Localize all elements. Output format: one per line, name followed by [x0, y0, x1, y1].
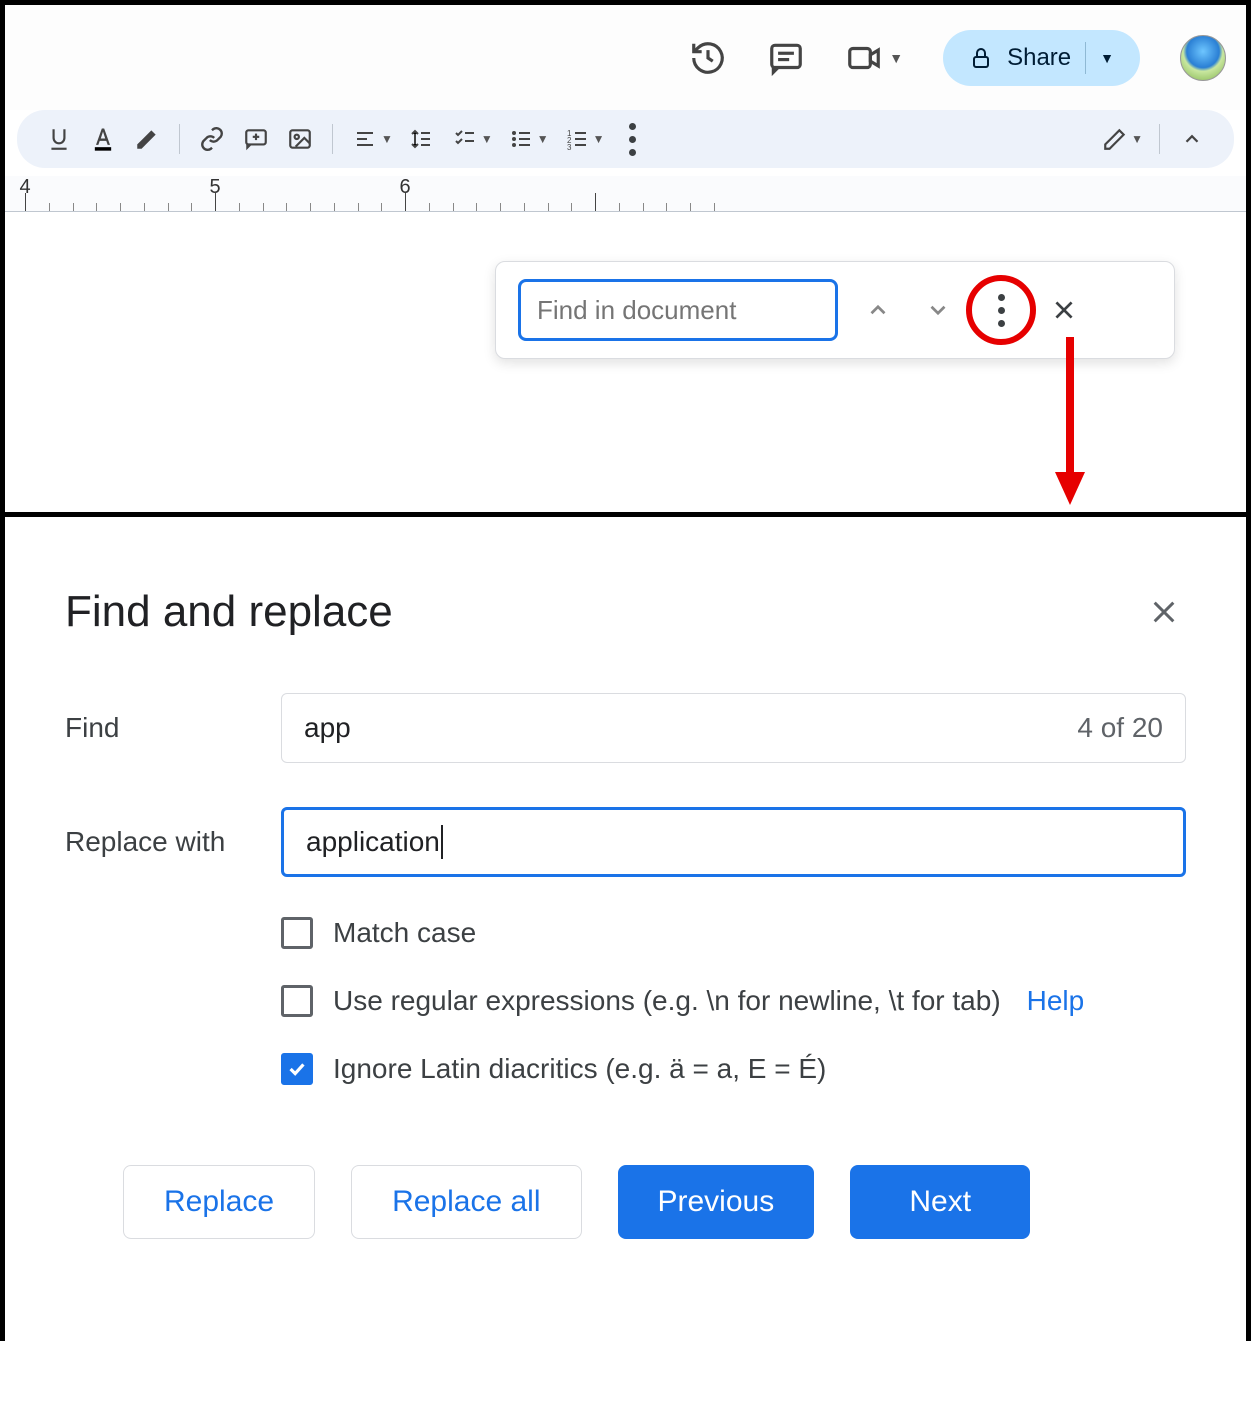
app-header: ▼ Share ▼ — [5, 5, 1246, 110]
ruler-tick — [500, 203, 501, 211]
next-button[interactable]: Next — [850, 1165, 1030, 1239]
ruler-tick — [358, 203, 359, 211]
find-replace-dialog: Find and replace Find app 4 of 20 Replac… — [65, 587, 1186, 1239]
chevron-down-icon[interactable]: ▼ — [481, 132, 493, 146]
chevron-down-icon[interactable]: ▼ — [381, 132, 393, 146]
ruler-tick — [191, 203, 192, 211]
ruler-tick — [239, 203, 240, 211]
text-caret — [441, 825, 443, 859]
more-format-button[interactable] — [611, 117, 655, 161]
toolbar-separator — [179, 124, 180, 154]
checkbox-checked-icon — [281, 1053, 313, 1085]
match-case-label: Match case — [333, 917, 476, 949]
regex-help-link[interactable]: Help — [1027, 985, 1085, 1017]
ruler-tick — [263, 203, 264, 211]
ruler-tick — [310, 203, 311, 211]
add-comment-button[interactable] — [234, 117, 278, 161]
ruler-tick — [714, 203, 715, 211]
annotation-arrow — [1055, 337, 1085, 507]
line-spacing-button[interactable] — [399, 117, 443, 161]
video-icon — [845, 39, 883, 77]
ruler-tick — [619, 203, 620, 211]
replace-button[interactable]: Replace — [123, 1165, 315, 1239]
find-prev-button[interactable] — [858, 290, 898, 330]
ruler-tick — [334, 203, 335, 211]
ruler-tick — [25, 193, 26, 211]
ruler-tick — [120, 203, 121, 211]
previous-button[interactable]: Previous — [618, 1165, 815, 1239]
diacritics-label: Ignore Latin diacritics (e.g. ä = a, E =… — [333, 1053, 826, 1085]
dialog-title: Find and replace — [65, 587, 393, 637]
match-case-option[interactable]: Match case — [281, 917, 1186, 949]
replace-all-button[interactable]: Replace all — [351, 1165, 581, 1239]
ruler-tick — [643, 203, 644, 211]
ruler-tick — [429, 203, 430, 211]
ruler-tick — [215, 193, 216, 211]
find-next-button[interactable] — [918, 290, 958, 330]
replace-label: Replace with — [65, 826, 281, 858]
dialog-close-button[interactable] — [1142, 590, 1186, 634]
chevron-down-icon: ▼ — [889, 50, 903, 66]
find-value: app — [304, 712, 1077, 744]
ruler-tick — [571, 203, 572, 211]
chevron-down-icon[interactable]: ▼ — [537, 132, 549, 146]
editor-window-top: ▼ Share ▼ ▼ — [5, 5, 1246, 517]
collapse-toolbar-button[interactable] — [1170, 117, 1214, 161]
insert-image-button[interactable] — [278, 117, 322, 161]
ruler-tick — [144, 203, 145, 211]
dialog-buttons: Replace Replace all Previous Next — [123, 1165, 1186, 1239]
regex-option[interactable]: Use regular expressions (e.g. \n for new… — [281, 985, 1186, 1017]
ruler-tick — [524, 203, 525, 211]
text-color-button[interactable] — [81, 117, 125, 161]
ruler-tick — [49, 203, 50, 211]
replace-value: application — [306, 826, 440, 858]
insert-link-button[interactable] — [190, 117, 234, 161]
ruler-tick — [595, 193, 596, 211]
find-close-button[interactable] — [1044, 290, 1084, 330]
comment-icon[interactable] — [767, 39, 805, 77]
find-input[interactable] — [518, 279, 838, 341]
diacritics-option[interactable]: Ignore Latin diacritics (e.g. ä = a, E =… — [281, 1053, 1186, 1085]
share-label: Share — [1007, 44, 1071, 72]
underline-button[interactable] — [37, 117, 81, 161]
ruler-tick — [405, 193, 406, 211]
ruler-tick — [666, 203, 667, 211]
ruler-tick — [690, 203, 691, 211]
share-separator — [1085, 42, 1086, 74]
checkbox-icon — [281, 917, 313, 949]
chevron-down-icon[interactable]: ▼ — [593, 132, 605, 146]
chevron-down-icon[interactable]: ▼ — [1100, 50, 1114, 66]
toolbar-separator — [332, 124, 333, 154]
svg-text:3: 3 — [567, 143, 572, 151]
regex-label: Use regular expressions (e.g. \n for new… — [333, 985, 1001, 1017]
options-group: Match case Use regular expressions (e.g.… — [281, 917, 1186, 1085]
ruler-tick — [381, 203, 382, 211]
ruler-tick — [453, 203, 454, 211]
meet-button[interactable]: ▼ — [845, 39, 903, 77]
ruler: 4 5 6 — [5, 176, 1246, 212]
ruler-tick — [286, 203, 287, 211]
checkbox-icon — [281, 985, 313, 1017]
share-button[interactable]: Share ▼ — [943, 30, 1140, 86]
vertical-dots-icon — [998, 294, 1005, 327]
ruler-tick — [73, 203, 74, 211]
avatar[interactable] — [1180, 35, 1226, 81]
lock-icon — [969, 46, 993, 70]
ruler-tick — [168, 203, 169, 211]
replace-field[interactable]: application — [281, 807, 1186, 877]
ruler-tick — [476, 203, 477, 211]
history-icon[interactable] — [689, 39, 727, 77]
chevron-down-icon[interactable]: ▼ — [1131, 132, 1143, 146]
find-counter: 4 of 20 — [1077, 712, 1163, 744]
ruler-tick — [96, 203, 97, 211]
find-more-options-button[interactable] — [978, 287, 1024, 333]
ruler-tick — [548, 203, 549, 211]
toolbar-separator — [1159, 124, 1160, 154]
find-replace-dialog-panel: Find and replace Find app 4 of 20 Replac… — [5, 587, 1246, 1401]
highlight-button[interactable] — [125, 117, 169, 161]
find-label: Find — [65, 712, 281, 744]
formatting-toolbar: ▼ ▼ ▼ 123 ▼ ▼ — [17, 110, 1234, 168]
find-field[interactable]: app 4 of 20 — [281, 693, 1186, 763]
